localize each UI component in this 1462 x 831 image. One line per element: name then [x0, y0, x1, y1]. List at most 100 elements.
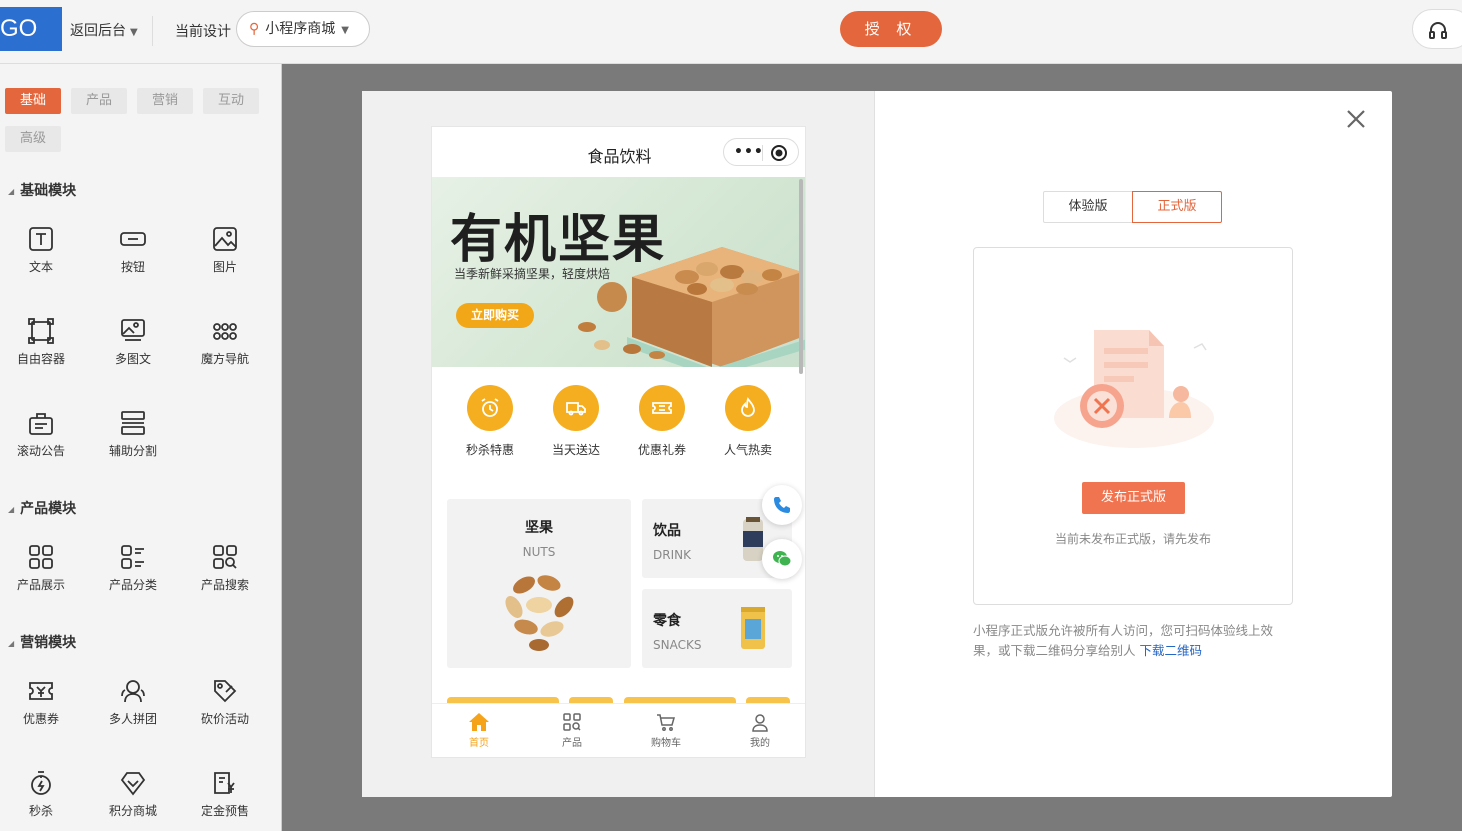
logo: GO	[0, 7, 62, 51]
version-tabs: 体验版 正式版	[1043, 191, 1223, 223]
module-product-category[interactable]: 产品分类	[93, 544, 173, 593]
design-select[interactable]: ⚲ 小程序商城 ▼	[236, 11, 370, 47]
buy-now-button[interactable]: 立即购买	[456, 303, 534, 328]
top-bar: GO 返回后台 ▼ 当前设计 ⚲ 小程序商城 ▼ 授 权	[0, 0, 1462, 64]
module-product-search[interactable]: 产品搜索	[185, 544, 265, 593]
container-icon	[28, 318, 54, 344]
collapse-icon: ◢	[8, 504, 15, 514]
button-icon	[120, 232, 146, 246]
quick-nav-coupon[interactable]: 优惠礼券	[622, 385, 702, 458]
target-close-icon	[771, 145, 787, 161]
wechat-icon	[773, 551, 792, 567]
sidebar-tab-advanced[interactable]: 高级	[5, 126, 61, 152]
tab-home[interactable]: 首页	[449, 712, 509, 749]
publish-hint: 当前未发布正式版，请先发布	[1054, 532, 1211, 546]
tab-products[interactable]: 产品	[542, 712, 602, 749]
sidebar-tab-product[interactable]: 产品	[71, 88, 127, 114]
chevron-down-icon: ▼	[130, 27, 138, 38]
multi-image-icon	[121, 319, 145, 341]
capsule-divider	[762, 145, 763, 161]
module-cube-nav[interactable]: 魔方导航	[185, 318, 265, 367]
module-scroll-notice[interactable]: 滚动公告	[1, 410, 81, 459]
coupon-icon	[29, 682, 53, 700]
close-icon[interactable]	[1344, 107, 1368, 131]
category-card-nuts[interactable]: 坚果 NUTS	[447, 499, 631, 668]
collapse-icon: ◢	[8, 186, 15, 196]
wechat-button[interactable]	[762, 539, 802, 579]
stopwatch-icon	[31, 771, 51, 795]
publish-dialog: 食品饮料 ••• 有机坚果 当季新鲜采摘坚果，轻度烘焙 立即购买 秒杀特惠 当天…	[362, 91, 1392, 797]
delivery-truck-icon	[566, 402, 586, 416]
module-button[interactable]: 按钮	[93, 226, 173, 275]
flame-icon	[741, 397, 755, 417]
banner-headline: 有机坚果	[450, 210, 667, 270]
image-icon	[213, 227, 237, 251]
publish-release-button[interactable]: 发布正式版	[1082, 482, 1185, 514]
module-product-display[interactable]: 产品展示	[1, 544, 81, 593]
category-icon	[121, 545, 144, 569]
tab-mine[interactable]: 我的	[730, 712, 790, 749]
module-presale[interactable]: 定金预售	[185, 770, 265, 819]
tag-icon	[214, 680, 237, 703]
current-design-label: 当前设计	[175, 24, 231, 40]
text-icon	[29, 227, 53, 251]
cart-icon	[657, 714, 675, 731]
back-label: 返回后台	[70, 23, 126, 39]
module-image[interactable]: 图片	[185, 226, 265, 275]
phone-call-button[interactable]	[762, 485, 802, 525]
not-published-illustration	[1054, 330, 1214, 448]
banner[interactable]: 有机坚果 当季新鲜采摘坚果，轻度烘焙 立即购买	[432, 177, 805, 367]
notice-icon	[29, 413, 53, 435]
section-title-product[interactable]: ◢ 产品模块	[8, 498, 76, 518]
nuts-image	[505, 575, 574, 651]
collapse-icon: ◢	[8, 638, 15, 648]
sidebar-tab-marketing[interactable]: 营销	[137, 88, 193, 114]
module-free-container[interactable]: 自由容器	[1, 318, 81, 367]
module-group-buy[interactable]: 多人拼团	[93, 678, 173, 727]
mini-program-capsule[interactable]: •••	[723, 138, 799, 166]
quick-nav-same-day[interactable]: 当天送达	[536, 385, 616, 458]
phone-icon	[774, 497, 790, 513]
quick-nav-flash-sale[interactable]: 秒杀特惠	[450, 385, 530, 458]
authorize-button[interactable]: 授 权	[840, 11, 942, 47]
alarm-clock-icon	[481, 398, 499, 417]
module-multi-image-text[interactable]: 多图文	[93, 318, 173, 367]
divider-icon	[121, 411, 145, 435]
divider	[152, 16, 153, 46]
quick-nav-hot[interactable]: 人气热卖	[708, 385, 788, 458]
headset-icon	[1429, 22, 1447, 39]
module-divider[interactable]: 辅助分割	[93, 410, 173, 459]
download-qr-link[interactable]: 下载二维码	[1140, 643, 1203, 658]
home-icon	[469, 713, 489, 731]
phone-preview: 食品饮料 ••• 有机坚果 当季新鲜采摘坚果，轻度烘焙 立即购买 秒杀特惠 当天…	[431, 126, 806, 758]
module-text[interactable]: 文本	[1, 226, 81, 275]
more-icon: •••	[734, 144, 764, 160]
support-button[interactable]	[1412, 9, 1462, 49]
group-icon	[121, 680, 145, 703]
category-card-snacks[interactable]: 零食 SNACKS	[642, 589, 792, 668]
module-bargain[interactable]: 砍价活动	[185, 678, 265, 727]
sidebar-tab-basic[interactable]: 基础	[5, 88, 61, 114]
release-description: 小程序正式版允许被所有人访问，您可扫码体验线上效果，或下载二维码分享给别人 下载…	[973, 623, 1274, 658]
back-to-admin-button[interactable]: 返回后台 ▼	[70, 20, 138, 40]
tab-cart[interactable]: 购物车	[636, 712, 696, 749]
section-title-marketing[interactable]: ◢ 营销模块	[8, 632, 76, 652]
tab-release-version[interactable]: 正式版	[1132, 191, 1222, 223]
tab-trial-version[interactable]: 体验版	[1043, 191, 1133, 223]
preview-pane: 食品饮料 ••• 有机坚果 当季新鲜采摘坚果，轻度烘焙 立即购买 秒杀特惠 当天…	[362, 91, 875, 797]
user-icon	[752, 714, 768, 732]
design-name: 小程序商城	[265, 21, 336, 37]
module-coupon[interactable]: 优惠券	[1, 678, 81, 727]
search-grid-icon	[213, 545, 237, 569]
banner-subtitle: 当季新鲜采摘坚果，轻度烘焙	[454, 267, 611, 281]
link-icon: ⚲	[249, 21, 260, 37]
module-points-mall[interactable]: 积分商城	[93, 770, 173, 819]
module-flash-sale[interactable]: 秒杀	[1, 770, 81, 819]
sidebar-tab-interaction[interactable]: 互动	[203, 88, 259, 114]
grid-icon	[29, 545, 53, 569]
chevron-down-icon: ▼	[341, 25, 349, 36]
phone-tab-bar: 首页 产品 购物车 我的	[432, 703, 805, 757]
component-sidebar: 基础 产品 营销 互动 高级 ◢ 基础模块 文本 按钮 图片 自由容器 多图文 魔…	[0, 64, 282, 831]
phone-scrollbar[interactable]	[799, 179, 803, 374]
section-title-basic[interactable]: ◢ 基础模块	[8, 180, 76, 200]
